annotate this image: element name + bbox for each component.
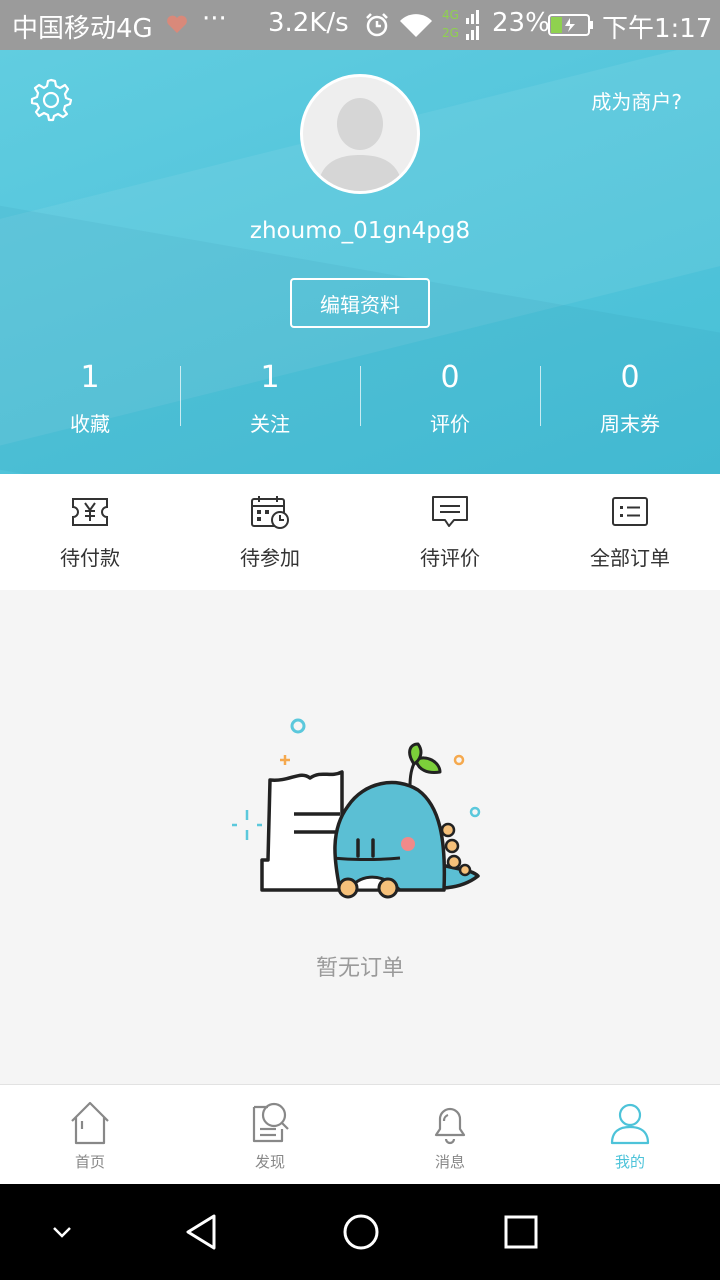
discover-icon	[252, 1102, 289, 1143]
stat-coupons[interactable]: 0 周末券	[540, 360, 720, 440]
battery-percent: 23%	[492, 8, 550, 38]
order-shortcuts: 待付款 待参加 待评价 全部订单	[0, 474, 720, 590]
order-to-review[interactable]: 待评价	[360, 474, 540, 590]
stat-label: 评价	[430, 412, 470, 436]
order-to-attend[interactable]: 待参加	[180, 474, 360, 590]
empty-dinosaur-illustration	[232, 718, 481, 899]
recents-icon[interactable]	[499, 1210, 543, 1254]
empty-message: 暂无订单	[315, 956, 404, 981]
order-pending-payment[interactable]: 待付款	[0, 474, 180, 590]
back-icon[interactable]	[180, 1210, 224, 1254]
stat-favorites[interactable]: 1 收藏	[0, 360, 180, 440]
battery-icon	[548, 14, 593, 36]
yen-ticket-icon	[72, 498, 108, 526]
default-avatar-icon	[317, 98, 403, 191]
tab-label: 消息	[434, 1153, 465, 1171]
tab-label: 发现	[254, 1153, 285, 1171]
tab-home[interactable]: 首页	[0, 1085, 180, 1184]
comment-icon	[432, 496, 468, 527]
tab-label: 我的	[614, 1153, 645, 1171]
calendar-clock-icon	[251, 496, 289, 529]
stat-value: 1	[80, 360, 100, 395]
order-label: 待参加	[240, 546, 300, 570]
order-label: 全部订单	[590, 546, 670, 570]
alarm-icon	[366, 13, 388, 37]
tab-mine[interactable]: 我的	[540, 1085, 720, 1184]
system-nav-bar	[0, 1184, 720, 1280]
heart-icon	[167, 15, 187, 33]
stat-value: 0	[620, 360, 640, 395]
username: zhoumo_01gn4pg8	[249, 218, 471, 244]
bottom-tab-bar: 首页 发现 消息 我的	[0, 1084, 720, 1184]
empty-state: 暂无订单	[0, 590, 720, 1084]
tab-label: 首页	[74, 1153, 105, 1171]
stats-row: 1 收藏 1 关注 0 评价 0 周末券	[0, 360, 720, 440]
signal-icon: 4G 2G	[442, 8, 479, 40]
edit-profile-button[interactable]: 编辑资料	[290, 278, 430, 328]
home-button-icon[interactable]	[339, 1210, 383, 1254]
bell-icon	[434, 1107, 466, 1145]
stat-label: 关注	[250, 412, 290, 436]
tab-messages[interactable]: 消息	[360, 1085, 540, 1184]
list-icon	[612, 497, 648, 526]
user-icon	[610, 1103, 650, 1145]
more-dots: ···	[202, 4, 227, 34]
hide-keyboard-chevron-icon[interactable]	[40, 1210, 84, 1254]
net-type-bottom: 2G	[442, 26, 459, 40]
stat-value: 0	[440, 360, 460, 395]
stat-label: 周末券	[600, 412, 660, 436]
order-label: 待付款	[60, 546, 120, 570]
profile-header: 成为商户? zhoumo_01gn4pg8 编辑资料 1 收藏 1 关注 0 评…	[0, 50, 720, 474]
stat-label: 收藏	[70, 412, 110, 436]
avatar[interactable]	[300, 74, 420, 194]
wifi-icon	[400, 14, 432, 38]
stat-value: 1	[260, 360, 280, 395]
tab-discover[interactable]: 发现	[180, 1085, 360, 1184]
carrier-label: 中国移动4G	[12, 14, 153, 44]
status-bar: 中国移动4G ··· 3.2K/s 4G 2G 23% 下午1:17	[0, 0, 720, 50]
clock: 下午1:17	[602, 14, 713, 44]
settings-gear-icon[interactable]	[28, 76, 74, 122]
order-label: 待评价	[420, 546, 480, 570]
home-icon	[71, 1101, 109, 1145]
net-type-top: 4G	[442, 8, 459, 22]
order-all[interactable]: 全部订单	[540, 474, 720, 590]
network-speed: 3.2K/s	[268, 8, 349, 38]
become-merchant-link[interactable]: 成为商户?	[591, 86, 682, 115]
stat-reviews[interactable]: 0 评价	[360, 360, 540, 440]
stat-following[interactable]: 1 关注	[180, 360, 360, 440]
